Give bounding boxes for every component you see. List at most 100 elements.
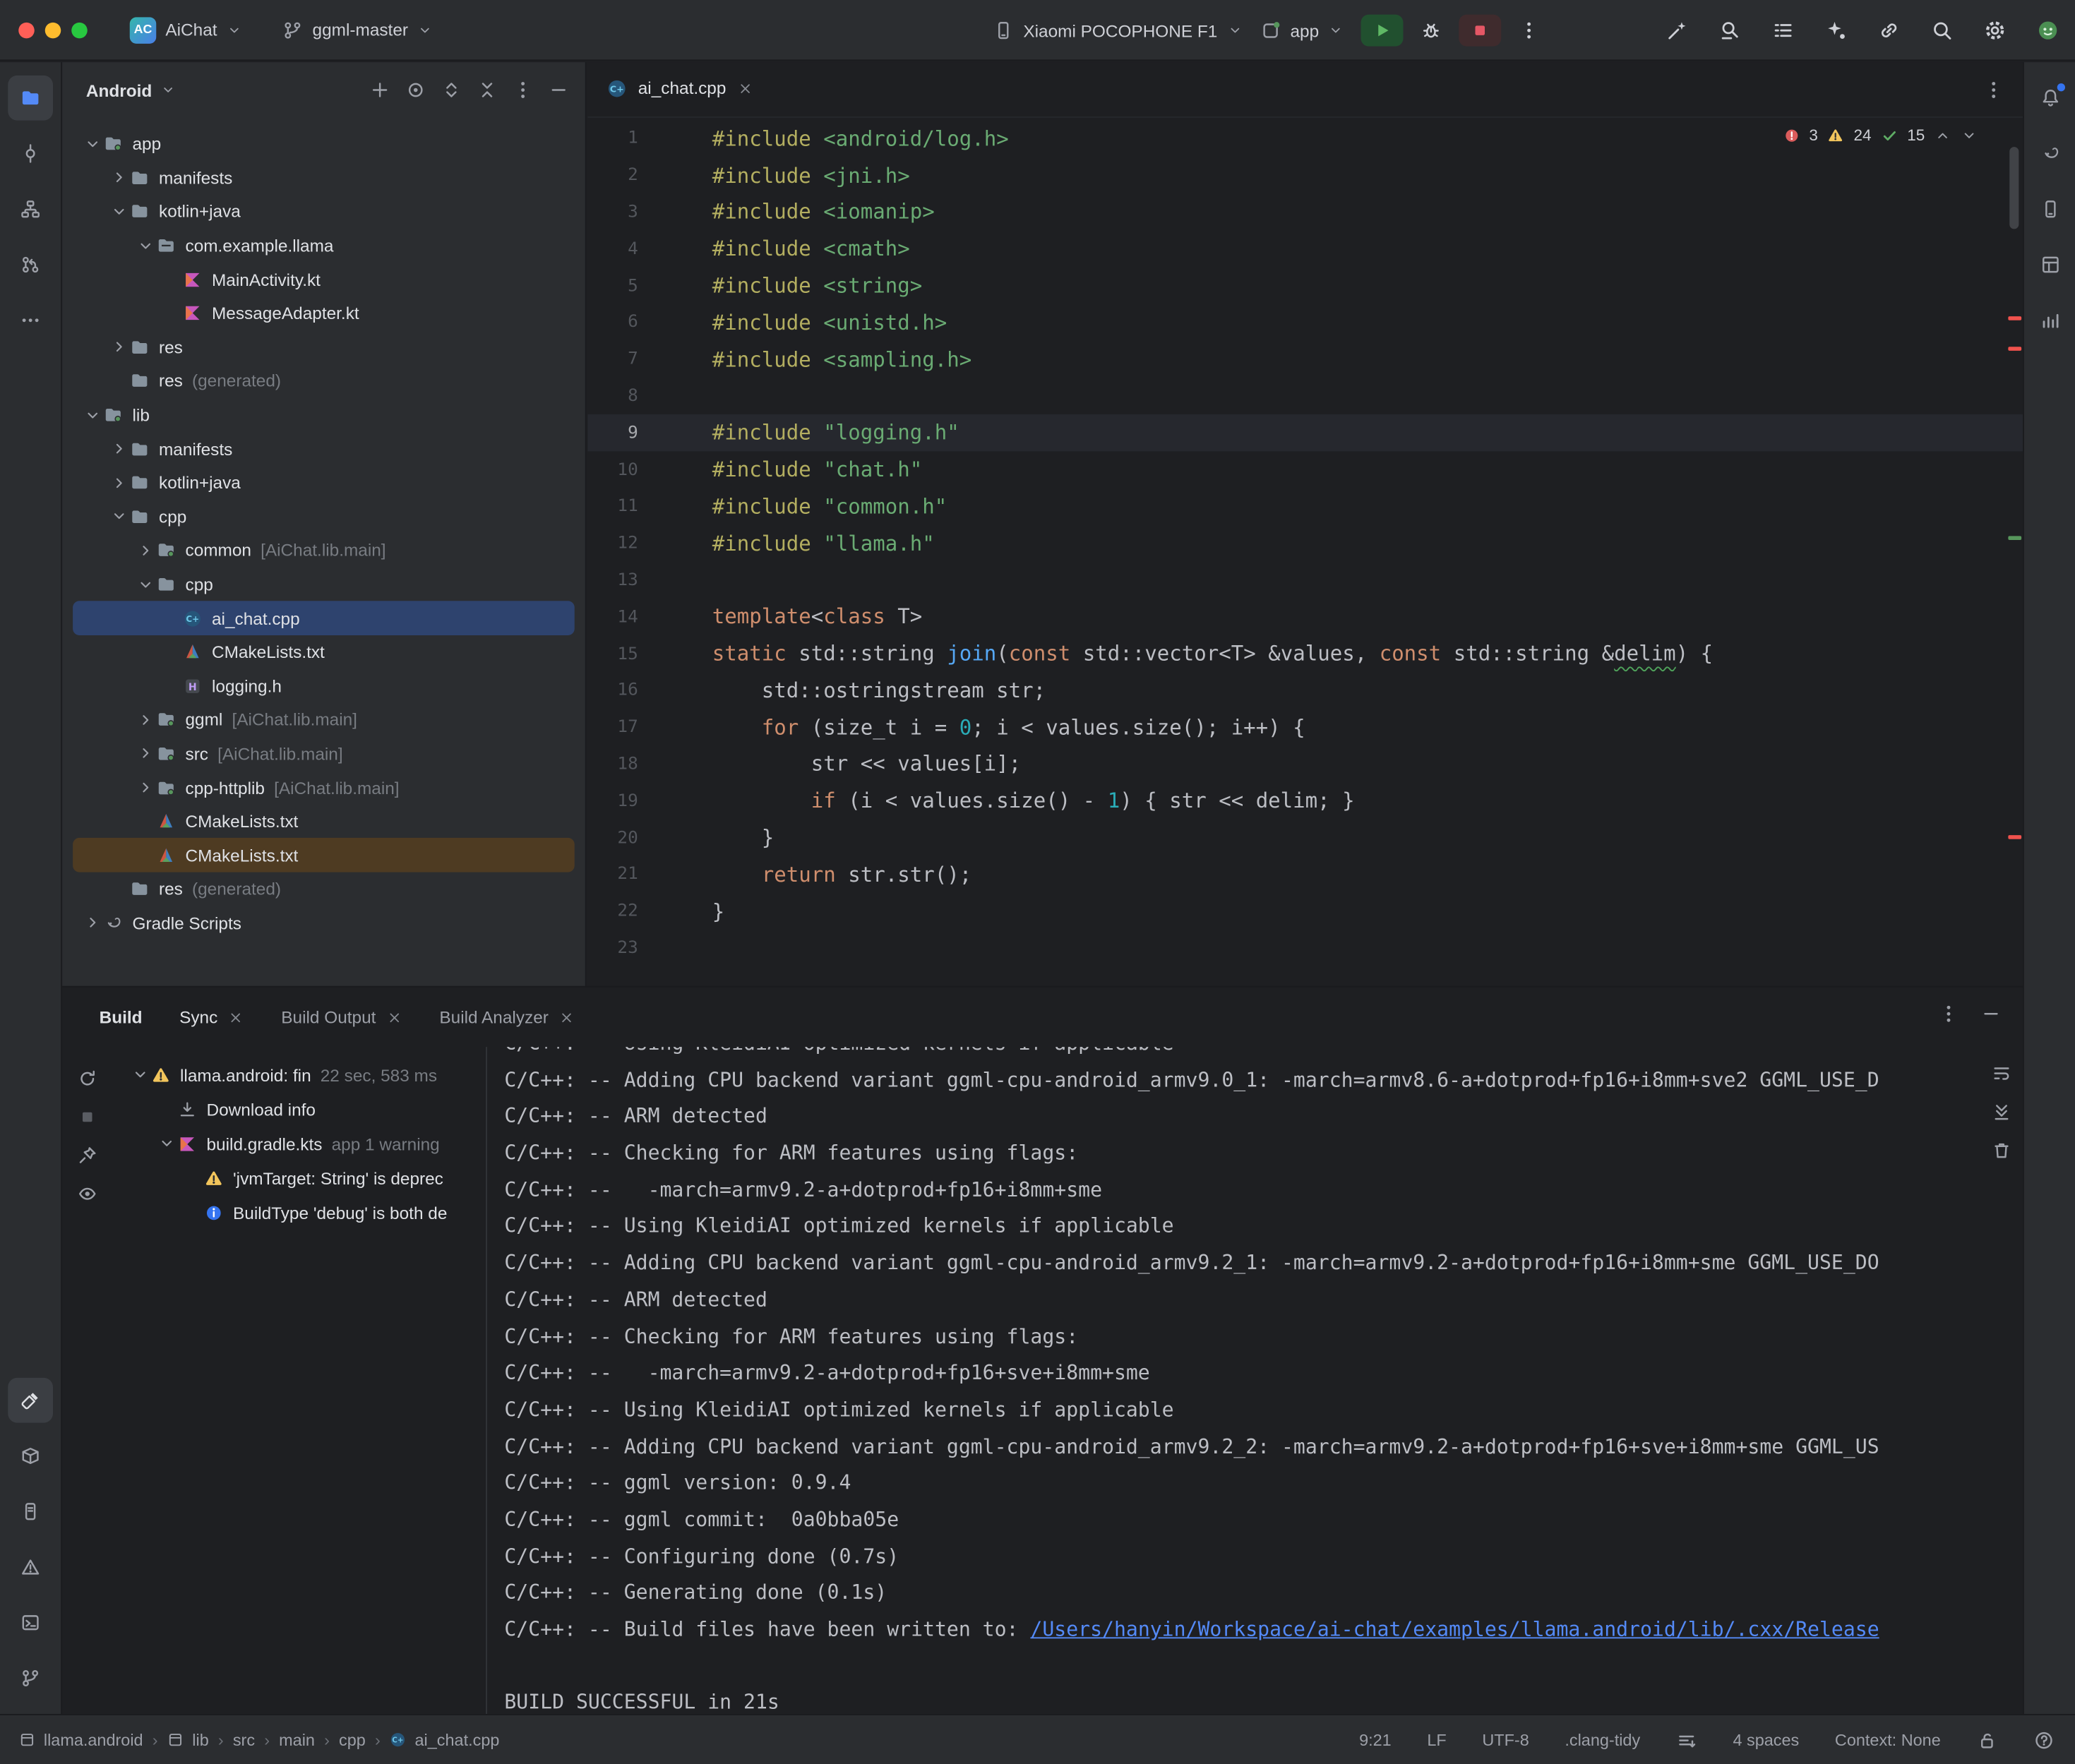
line-number[interactable]: 16 (588, 680, 638, 700)
close-window-button[interactable] (18, 22, 35, 38)
build-tree-item[interactable]: Download info (112, 1092, 486, 1127)
project-tree-item[interactable]: kotlin+java (73, 195, 575, 229)
project-tree-item[interactable]: kotlin+java (73, 466, 575, 500)
project-tree-item[interactable]: CMakeLists.txt (73, 805, 575, 839)
tool-device-explorer-button[interactable] (8, 1489, 53, 1534)
project-options-button[interactable] (513, 80, 534, 101)
line-number[interactable]: 5 (588, 276, 638, 296)
device-selector[interactable]: Xiaomi POCOPHONE F1 (993, 20, 1243, 41)
line-number[interactable]: 7 (588, 349, 638, 369)
line-number[interactable]: 2 (588, 166, 638, 186)
rerun-build-button[interactable] (77, 1068, 98, 1089)
build-tree-item[interactable]: 'jvmTarget: String' is deprec (112, 1160, 486, 1195)
status-formatter[interactable] (1676, 1729, 1697, 1751)
project-tree-item[interactable]: CMakeLists.txt (73, 839, 575, 872)
line-number[interactable]: 21 (588, 865, 638, 884)
project-selector[interactable]: AC AiChat (119, 11, 253, 49)
code-editor[interactable]: 1#include <android/log.h>2#include <jni.… (588, 118, 2023, 986)
line-number[interactable]: 6 (588, 313, 638, 332)
tool-build-button[interactable] (8, 1378, 53, 1423)
tool-device-manager-button[interactable] (2028, 186, 2073, 232)
chevron-down-icon[interactable] (107, 203, 130, 221)
project-tree-item[interactable]: src[AiChat.lib.main] (73, 737, 575, 771)
settings-icon[interactable] (1983, 18, 2007, 42)
more-run-actions-button[interactable] (1519, 20, 1540, 41)
line-number[interactable]: 18 (588, 755, 638, 774)
close-tab-icon[interactable] (228, 1009, 244, 1026)
build-tree-item[interactable]: llama.android: fin22 sec, 583 ms (112, 1057, 486, 1092)
soft-wrap-button[interactable] (1991, 1063, 2012, 1084)
chevron-right-icon[interactable] (107, 169, 130, 187)
chevron-right-icon[interactable] (107, 338, 130, 356)
chevron-down-icon[interactable] (80, 135, 103, 153)
line-number[interactable]: 13 (588, 570, 638, 590)
project-tree-item[interactable]: res (73, 330, 575, 364)
error-mark[interactable] (2008, 316, 2021, 320)
code-line[interactable]: 10#include "chat.h" (588, 452, 2023, 488)
tool-layout-inspector-button[interactable] (2028, 242, 2073, 287)
collapse-all-button[interactable] (477, 80, 498, 101)
code-line[interactable]: 5#include <string> (588, 268, 2023, 304)
project-tree-item[interactable]: MainActivity.kt (73, 263, 575, 296)
tool-project-button[interactable] (8, 76, 53, 121)
code-line[interactable]: 12#include "llama.h" (588, 525, 2023, 562)
build-tab-build-analyzer[interactable]: Build Analyzer (439, 1007, 575, 1027)
status-line-separator[interactable]: LF (1427, 1731, 1446, 1749)
code-line[interactable]: 7#include <sampling.h> (588, 341, 2023, 378)
find-in-files-icon[interactable] (1718, 18, 1742, 42)
chevron-right-icon[interactable] (133, 711, 156, 729)
project-tree-item[interactable]: manifests (73, 161, 575, 195)
build-tree-item[interactable]: build.gradle.ktsapp 1 warning (112, 1127, 486, 1161)
code-line[interactable]: 16 std::ostringstream str; (588, 672, 2023, 709)
zoom-window-button[interactable] (71, 22, 88, 38)
line-number[interactable]: 23 (588, 938, 638, 958)
tool-problems-button[interactable] (8, 1544, 53, 1590)
line-number[interactable]: 1 (588, 129, 638, 149)
chevron-down-icon[interactable] (133, 236, 156, 255)
line-number[interactable]: 11 (588, 497, 638, 517)
chevron-down-icon[interactable] (155, 1134, 177, 1153)
build-tab-sync[interactable]: Sync (179, 1007, 244, 1027)
breadcrumb-cpp[interactable]: cpp (339, 1731, 366, 1749)
status-run-context[interactable]: Context: None (1835, 1731, 1941, 1749)
build-console[interactable]: C/C++: -- Using KleidiAI optimized kerne… (486, 1047, 2023, 1714)
project-view-selector[interactable]: Android (86, 80, 176, 100)
status-encoding[interactable]: UTF-8 (1482, 1731, 1529, 1749)
close-tab-icon[interactable] (386, 1009, 402, 1026)
project-tree-item[interactable]: Hlogging.h (73, 669, 575, 703)
line-number[interactable]: 3 (588, 203, 638, 222)
tool-gradle-button[interactable] (2028, 131, 2073, 176)
minimize-window-button[interactable] (45, 22, 61, 38)
vcs-mark[interactable] (2008, 536, 2021, 540)
code-line[interactable]: 22} (588, 893, 2023, 930)
project-tree-item[interactable]: cpp (73, 500, 575, 534)
breadcrumb-ai-chat-cpp[interactable]: C+ai_chat.cpp (390, 1731, 500, 1749)
code-line[interactable]: 19 if (i < values.size() - 1) { str << d… (588, 783, 2023, 820)
status-clang-tidy[interactable]: .clang-tidy (1565, 1731, 1640, 1749)
code-line[interactable]: 21 return str.str(); (588, 856, 2023, 893)
line-number[interactable]: 14 (588, 607, 638, 627)
build-tab-build-output[interactable]: Build Output (281, 1007, 402, 1027)
code-line[interactable]: 4#include <cmath> (588, 231, 2023, 268)
project-tree-item[interactable]: res(generated) (73, 872, 575, 906)
debug-button[interactable] (1421, 20, 1442, 41)
project-tree-item[interactable]: res(generated) (73, 364, 575, 398)
line-number[interactable]: 15 (588, 644, 638, 664)
project-tree-item[interactable]: MessageAdapter.kt (73, 296, 575, 330)
scrollbar-thumb[interactable] (2009, 147, 2019, 229)
project-tree-item[interactable]: cpp (73, 568, 575, 601)
code-line[interactable]: 15static std::string join(const std::vec… (588, 635, 2023, 672)
breadcrumb-main[interactable]: main (279, 1731, 315, 1749)
project-tree-item[interactable]: com.example.llama (73, 229, 575, 263)
project-tree-item[interactable]: Gradle Scripts (73, 906, 575, 940)
close-tab-icon[interactable] (736, 80, 753, 96)
add-button[interactable] (369, 80, 390, 101)
assistant-avatar-icon[interactable] (2036, 18, 2060, 42)
status-indentation[interactable]: 4 spaces (1733, 1731, 1799, 1749)
chevron-down-icon[interactable] (107, 508, 130, 526)
link-icon[interactable] (1877, 18, 1901, 42)
ai-assistant-icon[interactable] (1824, 18, 1848, 42)
project-tree-item[interactable]: lib (73, 398, 575, 432)
expand-all-button[interactable] (441, 80, 462, 101)
status-caret-position[interactable]: 9:21 (1359, 1731, 1392, 1749)
